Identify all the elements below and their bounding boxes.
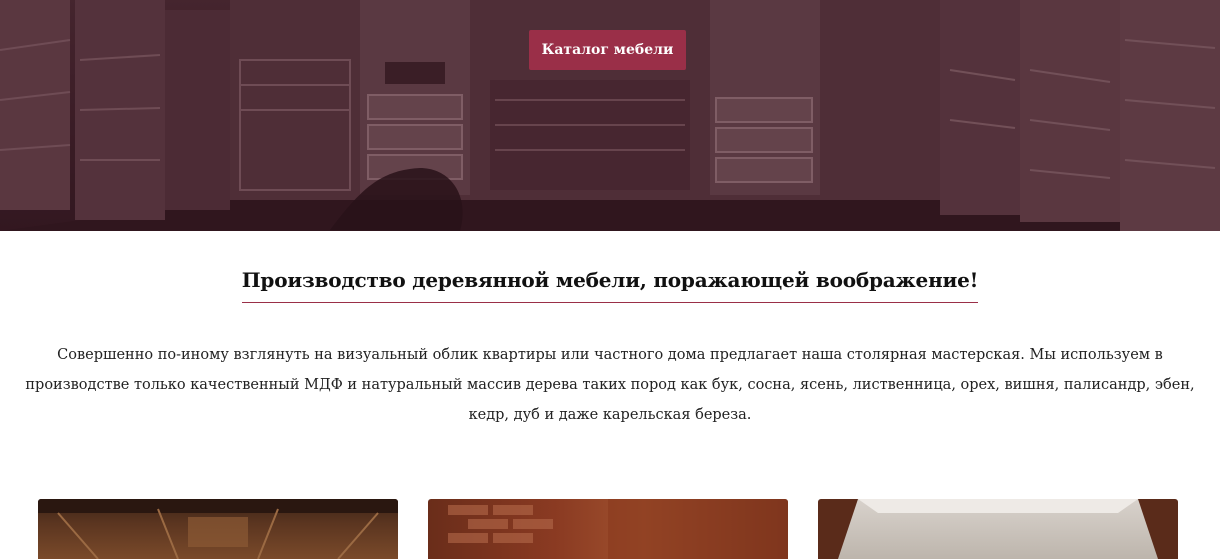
hero-banner: Каталог мебели [0, 0, 1220, 231]
gallery-card-2-image [448, 499, 788, 559]
catalog-button[interactable]: Каталог мебели [529, 30, 686, 70]
gallery-card-3-image [818, 499, 1178, 559]
gallery-card-2[interactable] [428, 499, 788, 559]
intro-paragraph: Совершенно по-иному взглянуть на визуаль… [25, 347, 1195, 423]
page-headline: Производство деревянной мебели, поражающ… [241, 268, 978, 303]
gallery-card-3[interactable] [818, 499, 1178, 559]
gallery-card-1[interactable] [38, 499, 398, 559]
gallery-card-1-image [38, 499, 398, 559]
headline-container: Производство деревянной мебели, поражающ… [0, 268, 1220, 303]
